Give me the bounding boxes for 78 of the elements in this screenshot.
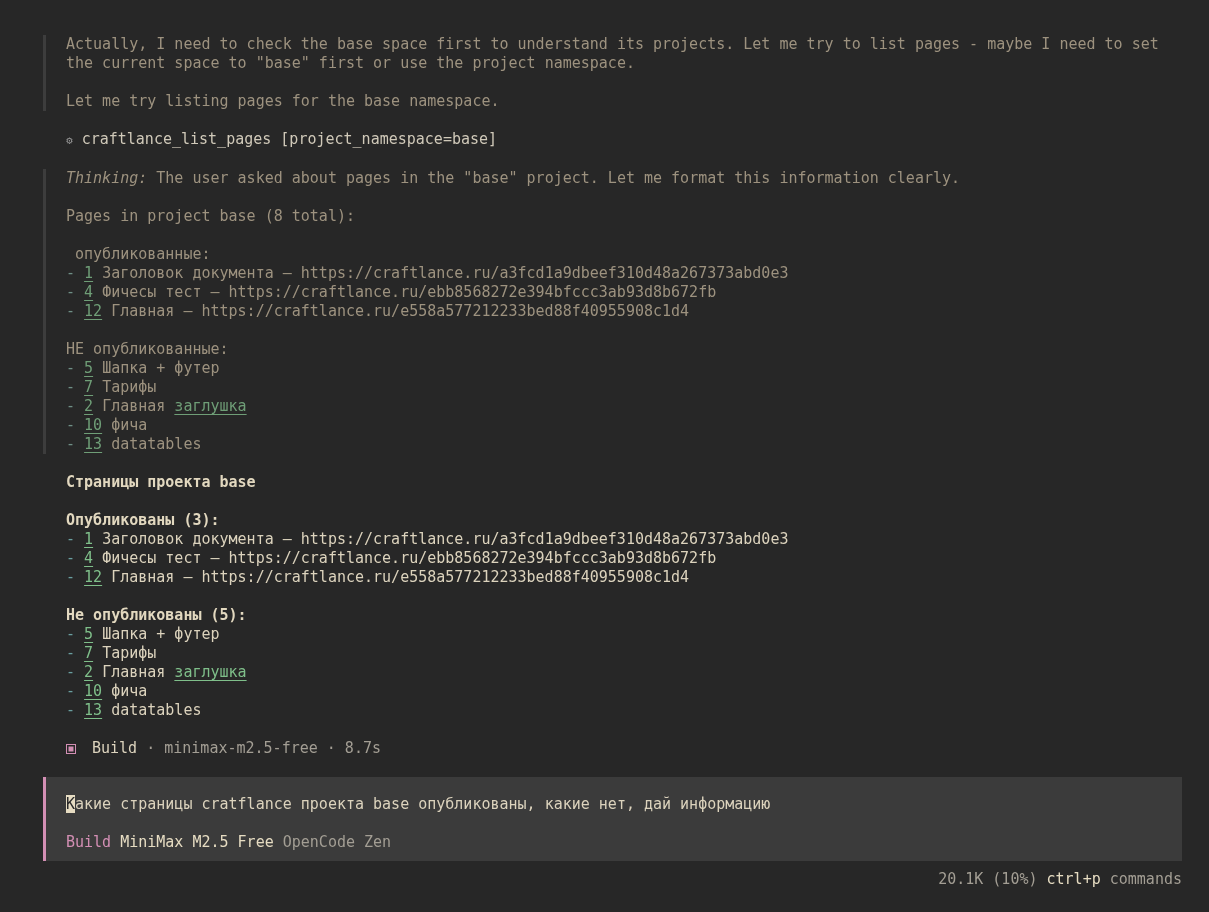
list-marker: - <box>66 663 76 681</box>
list-marker: - <box>66 416 76 434</box>
list-marker: - <box>66 644 76 662</box>
token-usage: 20.1K (10%) <box>938 870 1038 888</box>
page-link[interactable]: заглушка <box>174 663 247 681</box>
page-url: — https://craftlance.ru/a3fcd1a9dbeef310d48a267373abd0e3 <box>282 530 789 548</box>
page-title: Главная <box>102 397 166 415</box>
message-text: the current space to "base" first or use the project namespace. <box>66 54 636 73</box>
page-number-link[interactable]: 13 <box>84 701 103 719</box>
page-number-link[interactable]: 13 <box>84 435 103 453</box>
agent-mode[interactable]: Build <box>66 833 112 851</box>
message-text: Thinking: The user asked about pages in the "base" project. Let me format this information clearly. <box>66 169 962 188</box>
list-marker: - <box>66 359 76 377</box>
page-number-link[interactable]: 2 <box>84 397 94 415</box>
page-title: Фичесы тест <box>102 549 202 567</box>
list-marker: - <box>66 549 76 567</box>
page-url: — https://craftlance.ru/ebb8568272e394bfccc3ab93d8b672fb <box>210 549 717 567</box>
agent-name: Build <box>92 739 138 758</box>
page-url: — https://craftlance.ru/e558a577212233bed88f40955908c1d4 <box>183 302 690 320</box>
tool-call-text: craftlance_list_pages [project_namespace=base] <box>81 130 498 148</box>
page-url: — https://craftlance.ru/ebb8568272e394bfccc3ab93d8b672fb <box>210 283 717 301</box>
page-title: Главная <box>102 663 166 681</box>
page-number-link[interactable]: 5 <box>84 359 94 377</box>
message-text: Actually, I need to check the base space first to understand its projects. Let me try to list pages - maybe I need to set <box>66 35 1160 54</box>
page-title: Главная <box>111 302 175 320</box>
list-marker: - <box>66 530 76 548</box>
page-title: datatables <box>111 435 202 453</box>
page-title: Главная <box>111 568 175 586</box>
page-title: фича <box>111 416 148 434</box>
shortcut-key: ctrl+p <box>1046 870 1101 888</box>
page-number-link[interactable]: 12 <box>84 302 103 320</box>
page-number-link[interactable]: 1 <box>84 530 94 548</box>
page-title: Тарифы <box>102 644 157 662</box>
page-number-link[interactable]: 4 <box>84 549 94 567</box>
section-heading: Страницы проекта base <box>66 473 257 492</box>
page-title: Шапка + футер <box>102 359 220 377</box>
tool-icon: ⚙ <box>66 134 73 147</box>
message-text: НЕ опубликованные: <box>66 340 230 359</box>
list-marker: - <box>66 302 76 320</box>
page-title: datatables <box>111 701 202 719</box>
list-marker: - <box>66 682 76 700</box>
list-marker: - <box>66 378 76 396</box>
list-marker: - <box>66 568 76 586</box>
page-number-link[interactable]: 12 <box>84 568 103 586</box>
page-title: Тарифы <box>102 378 157 396</box>
section-heading: Опубликованы (3): <box>66 511 221 530</box>
page-number-link[interactable]: 1 <box>84 264 94 282</box>
page-number-link[interactable]: 5 <box>84 625 94 643</box>
section-heading: Не опубликованы (5): <box>66 606 248 625</box>
page-title: фича <box>111 682 148 700</box>
page-number-link[interactable]: 7 <box>84 644 94 662</box>
list-marker: - <box>66 701 76 719</box>
page-title: Шапка + футер <box>102 625 220 643</box>
provider-name: OpenCode Zen <box>282 833 392 851</box>
list-marker: - <box>66 625 76 643</box>
run-details: · minimax-m2.5-free · 8.7s <box>146 739 381 758</box>
page-number-link[interactable]: 2 <box>84 663 94 681</box>
page-title: Фичесы тест <box>102 283 202 301</box>
list-marker: - <box>66 283 76 301</box>
page-number-link[interactable]: 10 <box>84 416 103 434</box>
page-number-link[interactable]: 10 <box>84 682 103 700</box>
page-title: Заголовок документа <box>102 264 274 282</box>
page-link[interactable]: заглушка <box>174 397 247 415</box>
page-number-link[interactable]: 7 <box>84 378 94 396</box>
page-url: — https://craftlance.ru/e558a577212233bed88f40955908c1d4 <box>183 568 690 586</box>
list-marker: - <box>66 435 76 453</box>
prompt-input[interactable]: Какие страницы cratflance проекта base опубликованы, какие нет, дай информацию <box>66 795 1162 814</box>
page-url: — https://craftlance.ru/a3fcd1a9dbeef310d48a267373abd0e3 <box>282 264 789 282</box>
commands-label[interactable]: commands <box>1109 870 1182 888</box>
message-text: Let me try listing pages for the base namespace. <box>66 92 501 111</box>
model-name[interactable]: MiniMax M2.5 Free <box>120 833 274 851</box>
agent-square-icon <box>66 743 76 754</box>
page-number-link[interactable]: 4 <box>84 283 94 301</box>
message-text: опубликованные: <box>74 245 212 264</box>
list-marker: - <box>66 397 76 415</box>
list-marker: - <box>66 264 76 282</box>
page-title: Заголовок документа <box>102 530 274 548</box>
message-text: Pages in project base (8 total): <box>66 207 356 226</box>
